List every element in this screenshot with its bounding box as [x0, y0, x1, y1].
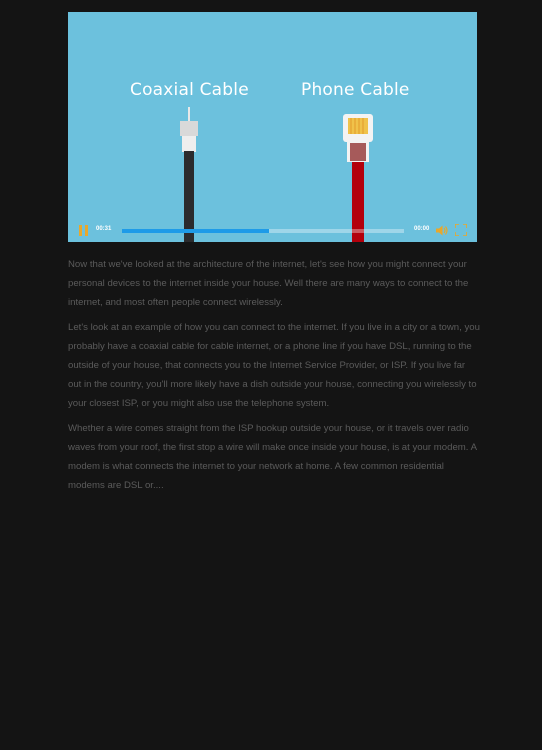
cables-illustration — [180, 107, 373, 242]
fullscreen-icon[interactable] — [455, 224, 467, 236]
paragraph: Whether a wire comes straight from the I… — [68, 423, 477, 491]
video-player[interactable]: Coaxial Cable Phone Cable 00:31 00:00 — [68, 12, 477, 242]
phone-cable-label: Phone Cable — [301, 80, 410, 100]
pause-icon[interactable] — [79, 225, 89, 236]
video-controls: 00:31 00:00 — [68, 220, 477, 242]
coaxial-cable-label: Coaxial Cable — [130, 80, 249, 100]
current-time: 00:31 — [96, 226, 112, 232]
progress-bar[interactable] — [122, 229, 404, 233]
progress-fill — [122, 229, 269, 233]
volume-icon[interactable] — [436, 225, 448, 236]
paragraph: Now that we've looked at the architectur… — [68, 259, 469, 308]
paragraph: Let's look at an example of how you can … — [68, 322, 480, 409]
article-body: Now that we've looked at the architectur… — [68, 255, 480, 501]
duration: 00:00 — [414, 226, 430, 232]
